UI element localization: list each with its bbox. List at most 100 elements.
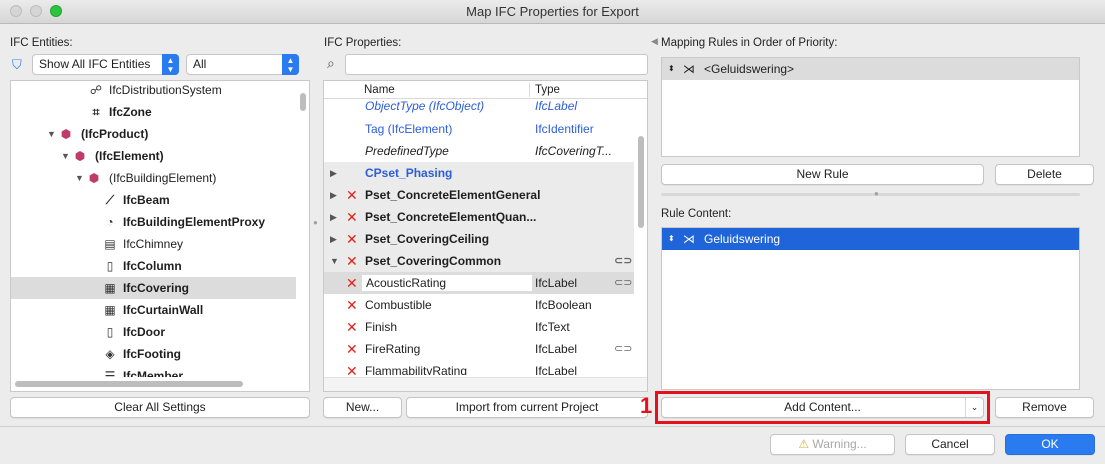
- collapsed-triangle-icon[interactable]: ▶: [330, 162, 337, 184]
- annotation-highlight-box: [655, 391, 990, 424]
- not-mapped-x-icon: ✕: [346, 275, 358, 291]
- not-mapped-x-icon: ✕: [346, 187, 358, 203]
- element-icon: ⬢: [74, 149, 86, 163]
- splitter-handle-icon[interactable]: ●: [874, 189, 879, 198]
- tree-item[interactable]: ▦ IfcCurtainWall: [11, 299, 296, 321]
- window-title: Map IFC Properties for Export: [466, 4, 639, 19]
- property-row[interactable]: ✕ Finish IfcText: [324, 316, 634, 338]
- chevron-updown-icon: ▲ ▼: [162, 54, 179, 75]
- not-mapped-x-icon: ✕: [346, 209, 358, 225]
- property-group-row[interactable]: ▶ ✕ Pset_ConcreteElementGeneral: [324, 184, 634, 206]
- covering-icon: ▦: [104, 281, 116, 295]
- property-row[interactable]: ✕ FlammabilityRating IfcLabel: [324, 360, 634, 375]
- warning-button[interactable]: ⚠ Warning...: [770, 434, 895, 455]
- tree-item[interactable]: ⟋ IfcBeam: [11, 189, 296, 211]
- rule-symbol-icon: ⋊: [683, 232, 695, 246]
- entity-filter-value: Show All IFC Entities: [39, 57, 151, 71]
- clear-all-settings-button[interactable]: Clear All Settings: [10, 397, 310, 418]
- link-icon: ⊂⊃: [614, 343, 633, 355]
- tree-item[interactable]: ▼ ⬢ (IfcBuildingElement): [11, 167, 296, 189]
- rule-symbol-icon: ⋊: [683, 62, 695, 76]
- column-header-type[interactable]: Type: [535, 84, 560, 96]
- splitter-handle-icon[interactable]: ●: [313, 218, 318, 227]
- entity-tree-vscrollbar[interactable]: [300, 93, 306, 111]
- tree-item[interactable]: ☍ IfcDistributionSystem: [11, 81, 296, 101]
- chimney-icon: ▤: [104, 237, 116, 251]
- property-row[interactable]: ✕ Combustible IfcBoolean: [324, 294, 634, 316]
- entity-filter-select[interactable]: Show All IFC Entities ▲ ▼: [32, 54, 179, 75]
- member-icon: ☰: [104, 369, 116, 377]
- tree-item[interactable]: ▼ ⬢ (IfcProduct): [11, 123, 296, 145]
- property-search-input[interactable]: [345, 54, 648, 75]
- property-list[interactable]: Name Type ObjectType (IfcObject) IfcLabe…: [323, 80, 648, 392]
- filter-icon: ⛉: [12, 57, 22, 72]
- expanded-triangle-icon[interactable]: ▼: [75, 167, 84, 189]
- new-property-button[interactable]: New...: [323, 397, 402, 418]
- not-mapped-x-icon: ✕: [346, 363, 358, 375]
- property-group-row[interactable]: ▶ ✕ Pset_CoveringCeiling: [324, 228, 634, 250]
- curtain-wall-icon: ▦: [104, 303, 116, 317]
- rule-content-label: Rule Content:: [661, 208, 732, 220]
- rule-content-row-selected[interactable]: ⬍ ⋊ Geluidswering: [662, 228, 1079, 250]
- delete-rule-button[interactable]: Delete: [995, 164, 1094, 185]
- link-icon: ⊂⊃: [614, 277, 633, 289]
- collapsed-triangle-icon[interactable]: ▶: [330, 228, 337, 250]
- tree-item[interactable]: ◔ IfcBuildingElementProxy: [11, 211, 296, 233]
- tree-item[interactable]: ⌗ IfcZone: [11, 101, 296, 123]
- property-row[interactable]: ObjectType (IfcObject) IfcLabel: [324, 96, 634, 116]
- entity-scope-select[interactable]: All ▲ ▼: [186, 54, 299, 75]
- beam-icon: ⟋: [105, 193, 115, 207]
- tree-item[interactable]: ▯ IfcDoor: [11, 321, 296, 343]
- footing-icon: ◈: [105, 347, 115, 361]
- reorder-handle-icon[interactable]: ⬍: [668, 228, 675, 250]
- not-mapped-x-icon: ✕: [346, 253, 358, 269]
- not-mapped-x-icon: ✕: [346, 297, 358, 313]
- link-icon: ⊂⊃: [614, 255, 633, 267]
- collapsed-triangle-icon[interactable]: ▶: [330, 206, 337, 228]
- property-row[interactable]: Tag (IfcElement) IfcIdentifier: [324, 118, 634, 140]
- mapping-rule-row[interactable]: ⬍ ⋊ <Geluidswering>: [662, 58, 1079, 80]
- expanded-triangle-icon[interactable]: ▼: [61, 145, 70, 167]
- import-from-project-button[interactable]: Import from current Project: [406, 397, 648, 418]
- property-group-row[interactable]: ▶ ✕ Pset_ConcreteElementQuan...: [324, 206, 634, 228]
- property-group-row[interactable]: ▶ CPset_Phasing: [324, 162, 634, 184]
- column-divider: [529, 83, 530, 97]
- tree-item-selected[interactable]: ▦ IfcCovering: [11, 277, 296, 299]
- entity-tree[interactable]: ☍ IfcDistributionSystem ⌗ IfcZone ▼ ⬢ (I…: [10, 80, 310, 392]
- distribution-system-icon: ☍: [89, 83, 103, 97]
- horizontal-splitter[interactable]: [661, 193, 1080, 196]
- cancel-button[interactable]: Cancel: [905, 434, 995, 455]
- tree-item[interactable]: ◈ IfcFooting: [11, 343, 296, 365]
- rule-content-list[interactable]: ⬍ ⋊ Geluidswering: [661, 227, 1080, 390]
- property-group-row[interactable]: ▼ ✕ Pset_CoveringCommon ⊂⊃: [324, 250, 634, 272]
- new-rule-button[interactable]: New Rule: [661, 164, 984, 185]
- expanded-triangle-icon[interactable]: ▼: [47, 123, 56, 145]
- column-header-name[interactable]: Name: [364, 84, 395, 96]
- remove-content-button[interactable]: Remove: [995, 397, 1094, 418]
- chevron-updown-icon: ▲ ▼: [282, 54, 299, 75]
- annotation-number: 1: [640, 393, 653, 418]
- expanded-triangle-icon[interactable]: ▼: [330, 250, 339, 272]
- product-icon: ⬢: [60, 127, 72, 141]
- property-row-selected[interactable]: ✕ AcousticRating IfcLabel ⊂⊃: [324, 272, 634, 294]
- collapsed-triangle-icon[interactable]: ▶: [330, 184, 337, 206]
- search-icon: ⌕: [327, 55, 335, 71]
- tree-item[interactable]: ▯ IfcColumn: [11, 255, 296, 277]
- property-list-vscrollbar[interactable]: [638, 136, 644, 228]
- ok-button[interactable]: OK: [1005, 434, 1095, 455]
- tree-item[interactable]: ☰ IfcMember: [11, 365, 296, 377]
- property-row[interactable]: PredefinedType IfcCoveringT...: [324, 140, 634, 162]
- not-mapped-x-icon: ✕: [346, 319, 358, 335]
- footer-divider: [0, 426, 1105, 427]
- entity-tree-hscrollbar[interactable]: [15, 381, 243, 387]
- entity-scope-value: All: [193, 57, 207, 71]
- mapping-rules-list[interactable]: ⬍ ⋊ <Geluidswering>: [661, 57, 1080, 157]
- building-element-icon: ⬢: [88, 171, 100, 185]
- reorder-handle-icon[interactable]: ⬍: [668, 58, 675, 80]
- warning-label: Warning...: [812, 437, 867, 451]
- property-row[interactable]: ✕ FireRating IfcLabel ⊂⊃: [324, 338, 634, 360]
- not-mapped-x-icon: ✕: [346, 341, 358, 357]
- tree-item[interactable]: ▼ ⬢ (IfcElement): [11, 145, 296, 167]
- tree-item[interactable]: ▤ IfcChimney: [11, 233, 296, 255]
- collapse-left-triangle-icon[interactable]: ◀: [651, 36, 658, 47]
